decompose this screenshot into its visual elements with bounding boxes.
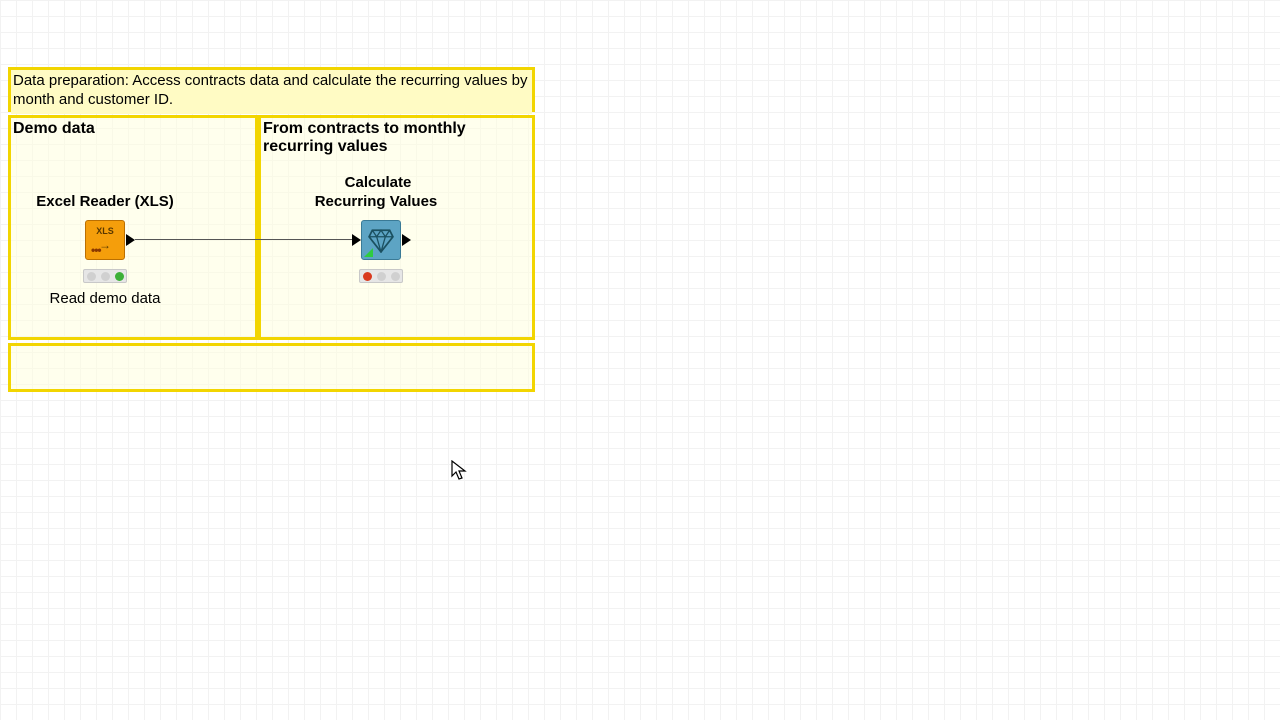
calc-out-port[interactable]: [402, 234, 411, 246]
excel-reader-node[interactable]: XLS → •••: [85, 220, 125, 260]
status-dot-yellow: [377, 272, 386, 281]
calc-in-port[interactable]: [352, 234, 361, 246]
status-dot-yellow: [101, 272, 110, 281]
annotation-lower[interactable]: [8, 343, 535, 392]
status-dot-red: [363, 272, 372, 281]
calc-title-line2: Recurring Values: [276, 193, 476, 210]
xls-icon-label: XLS: [86, 226, 124, 236]
zone-left-title: Demo data: [11, 118, 255, 142]
status-dot-green: [115, 272, 124, 281]
annotation-main[interactable]: Data preparation: Access contracts data …: [8, 67, 535, 112]
calc-title-line1: Calculate: [278, 174, 478, 191]
mouse-cursor-icon: [451, 460, 467, 482]
calc-status: [359, 269, 403, 283]
excel-reader-title: Excel Reader (XLS): [5, 193, 205, 210]
ellipsis-icon: •••: [91, 243, 101, 257]
connection-excel-to-calc[interactable]: [135, 239, 352, 240]
calculate-recurring-values-component[interactable]: [361, 220, 401, 260]
status-dot-green: [391, 272, 400, 281]
zone-right-title: From contracts to monthly recurring valu…: [261, 118, 532, 160]
workflow-canvas[interactable]: Data preparation: Access contracts data …: [0, 0, 1280, 720]
excel-reader-out-port[interactable]: [126, 234, 135, 246]
annotation-main-text: Data preparation: Access contracts data …: [11, 70, 532, 114]
excel-reader-status: [83, 269, 127, 283]
status-dot-red: [87, 272, 96, 281]
excel-reader-caption: Read demo data: [5, 290, 205, 307]
component-link-icon: [364, 248, 373, 257]
